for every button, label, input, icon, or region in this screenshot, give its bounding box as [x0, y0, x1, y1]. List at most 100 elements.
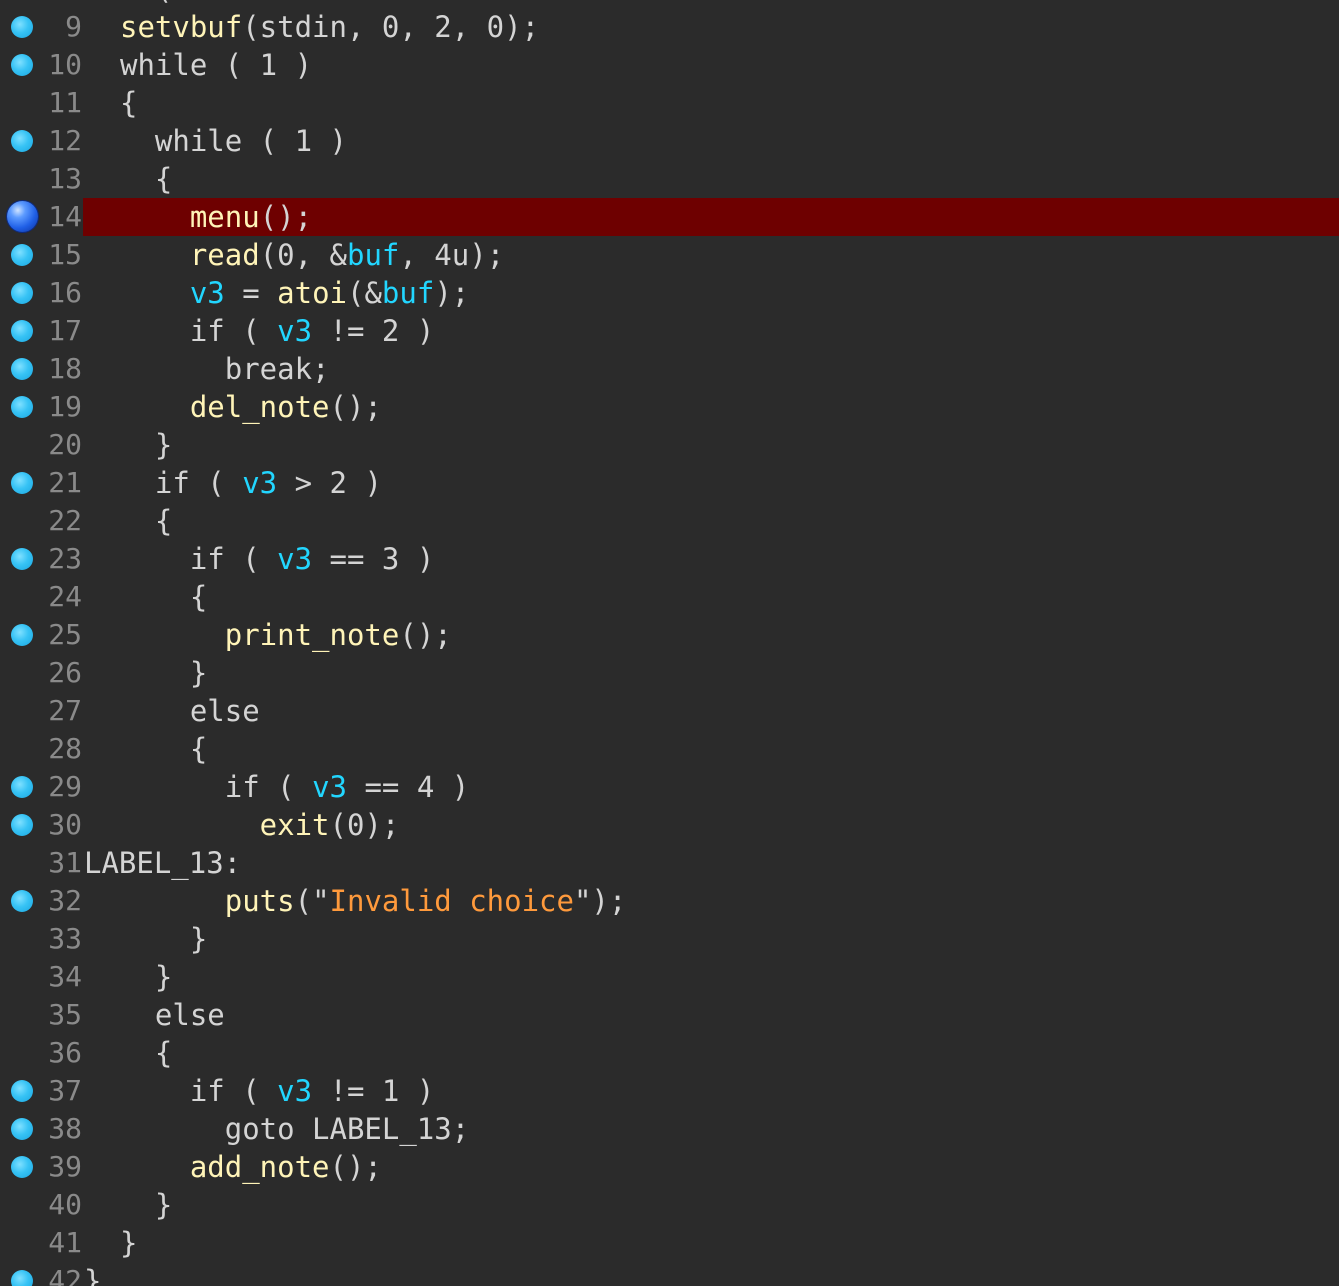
code-text[interactable]: setvbuf(stdin, 0, 2, 0); [120, 8, 539, 46]
code-text[interactable]: while ( 1 ) [120, 122, 347, 160]
code-text[interactable]: puts("Invalid choice"); [120, 882, 627, 920]
code-line-30[interactable]: 30 exit(0); [0, 806, 1339, 844]
code-text[interactable]: menu(); [120, 198, 312, 236]
code-text[interactable]: } [120, 426, 172, 464]
code-text[interactable]: } [120, 1224, 137, 1262]
code-line-37[interactable]: 37 if ( v3 != 1 ) [0, 1072, 1339, 1110]
current-instruction-breakpoint-icon[interactable] [7, 201, 38, 232]
line-number: 31 [48, 846, 82, 879]
code-text[interactable]: { [120, 84, 137, 122]
code-text[interactable]: } [120, 1186, 172, 1224]
code-text[interactable]: del_note(); [120, 388, 382, 426]
code-text[interactable]: } [120, 920, 207, 958]
code-text[interactable]: else [120, 692, 260, 730]
code-line-27[interactable]: 27 else [0, 692, 1339, 730]
code-line-34[interactable]: 34 } [0, 958, 1339, 996]
breakpoint-dot-icon[interactable] [11, 320, 33, 342]
line-number: 30 [48, 808, 82, 841]
breakpoint-dot-icon[interactable] [11, 244, 33, 266]
code-line-9[interactable]: 9 setvbuf(stdin, 0, 2, 0); [0, 8, 1339, 46]
code-line-32[interactable]: 32 puts("Invalid choice"); [0, 882, 1339, 920]
code-token-plain: (); [329, 1150, 382, 1184]
code-text[interactable]: if ( v3 != 1 ) [120, 1072, 434, 1110]
code-line-22[interactable]: 22 { [0, 502, 1339, 540]
code-text[interactable]: { [120, 578, 207, 616]
code-text[interactable]: if ( v3 != 2 ) [120, 312, 434, 350]
code-line-12[interactable]: 12 while ( 1 ) [0, 122, 1339, 160]
breakpoint-dot-icon[interactable] [11, 1080, 33, 1102]
code-line-8[interactable]: 8 (... [0, 0, 1339, 8]
line-number: 38 [48, 1112, 82, 1145]
line-number: 8 [40, 0, 82, 8]
code-token-var: v3 [277, 314, 313, 348]
code-text[interactable]: { [120, 160, 172, 198]
code-line-25[interactable]: 25 print_note(); [0, 616, 1339, 654]
code-line-16[interactable]: 16 v3 = atoi(&buf); [0, 274, 1339, 312]
code-text[interactable]: if ( v3 == 3 ) [120, 540, 434, 578]
code-token-var: v3 [189, 276, 225, 310]
breakpoint-dot-icon[interactable] [11, 358, 33, 380]
code-text[interactable]: { [120, 730, 207, 768]
code-text[interactable]: { [120, 1034, 172, 1072]
code-text[interactable]: LABEL_13: [84, 844, 241, 882]
code-text[interactable]: } [120, 654, 207, 692]
code-text[interactable]: add_note(); [120, 1148, 382, 1186]
code-line-40[interactable]: 40 } [0, 1186, 1339, 1224]
code-line-17[interactable]: 17 if ( v3 != 2 ) [0, 312, 1339, 350]
code-line-20[interactable]: 20 } [0, 426, 1339, 464]
code-line-24[interactable]: 24 { [0, 578, 1339, 616]
code-line-26[interactable]: 26 } [0, 654, 1339, 692]
code-line-36[interactable]: 36 { [0, 1034, 1339, 1072]
code-line-35[interactable]: 35 else [0, 996, 1339, 1034]
code-line-11[interactable]: 11 { [0, 84, 1339, 122]
code-line-31[interactable]: 31 LABEL_13: [0, 844, 1339, 882]
breakpoint-dot-icon[interactable] [11, 814, 33, 836]
code-line-18[interactable]: 18 break; [0, 350, 1339, 388]
code-line-10[interactable]: 10 while ( 1 ) [0, 46, 1339, 84]
code-editor[interactable]: 8 (... 9 setvbuf(stdin, 0, 2, 0); 10 while (… [0, 0, 1339, 1286]
code-text[interactable]: print_note(); [120, 616, 452, 654]
breakpoint-dot-icon[interactable] [11, 54, 33, 76]
code-text[interactable]: v3 = atoi(&buf); [120, 274, 469, 312]
breakpoint-dot-icon[interactable] [11, 1118, 33, 1140]
breakpoint-dot-icon[interactable] [11, 890, 33, 912]
code-line-33[interactable]: 33 } [0, 920, 1339, 958]
breakpoint-dot-icon[interactable] [11, 16, 33, 38]
code-text[interactable]: exit(0); [120, 806, 400, 844]
code-line-28[interactable]: 28 { [0, 730, 1339, 768]
code-line-39[interactable]: 39 add_note(); [0, 1148, 1339, 1186]
code-text[interactable]: } [120, 958, 172, 996]
code-token-plain: } [120, 428, 173, 462]
breakpoint-dot-icon[interactable] [11, 776, 33, 798]
code-line-21[interactable]: 21 if ( v3 > 2 ) [0, 464, 1339, 502]
code-line-14[interactable]: 14 menu(); [0, 198, 1339, 236]
code-text[interactable]: else [120, 996, 225, 1034]
code-line-38[interactable]: 38 goto LABEL_13; [0, 1110, 1339, 1148]
code-line-29[interactable]: 29 if ( v3 == 4 ) [0, 768, 1339, 806]
breakpoint-dot-icon[interactable] [11, 624, 33, 646]
code-line-13[interactable]: 13 { [0, 160, 1339, 198]
code-line-23[interactable]: 23 if ( v3 == 3 ) [0, 540, 1339, 578]
code-line-41[interactable]: 41} [0, 1224, 1339, 1262]
code-text[interactable]: if ( v3 > 2 ) [120, 464, 382, 502]
code-line-42[interactable]: 42} [0, 1262, 1339, 1286]
code-text[interactable]: goto LABEL_13; [120, 1110, 469, 1148]
code-text[interactable]: (... [120, 0, 225, 8]
breakpoint-dot-icon[interactable] [11, 548, 33, 570]
code-text[interactable]: while ( 1 ) [120, 46, 312, 84]
breakpoint-dot-icon[interactable] [11, 130, 33, 152]
code-text[interactable]: if ( v3 == 4 ) [120, 768, 469, 806]
breakpoint-dot-icon[interactable] [11, 282, 33, 304]
breakpoint-dot-icon[interactable] [11, 1156, 33, 1178]
code-line-15[interactable]: 15 read(0, &buf, 4u); [0, 236, 1339, 274]
code-token-fn: puts [120, 884, 295, 918]
code-text[interactable]: break; [120, 350, 330, 388]
code-token-plain: if ( [120, 542, 278, 576]
code-text[interactable]: { [120, 502, 172, 540]
code-line-19[interactable]: 19 del_note(); [0, 388, 1339, 426]
code-text[interactable]: } [84, 1262, 101, 1286]
breakpoint-dot-icon[interactable] [11, 1270, 33, 1286]
code-text[interactable]: read(0, &buf, 4u); [120, 236, 504, 274]
breakpoint-dot-icon[interactable] [11, 396, 33, 418]
breakpoint-dot-icon[interactable] [11, 472, 33, 494]
